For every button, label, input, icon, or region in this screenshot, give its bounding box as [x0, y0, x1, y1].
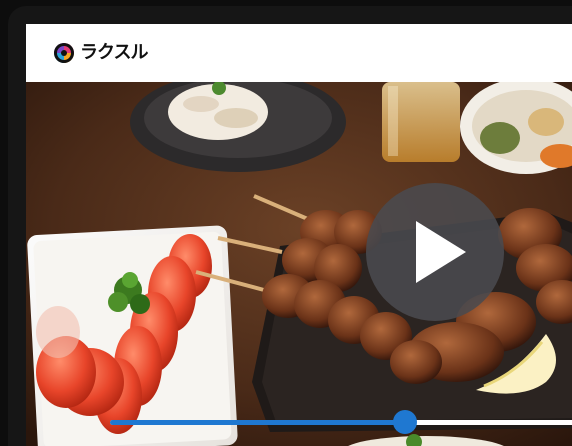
seek-thumb[interactable] [393, 410, 418, 434]
video-player-frame: ラクスル [8, 6, 572, 446]
brand-logo[interactable]: ラクスル [54, 40, 148, 66]
play-icon [416, 221, 466, 283]
header-bar: ラクスル [26, 24, 572, 82]
brand-logo-icon [54, 43, 74, 63]
brand-logo-text: ラクスル [80, 42, 148, 63]
play-button[interactable] [366, 183, 504, 321]
seek-progress-fill [110, 420, 406, 425]
seek-bar[interactable] [110, 410, 572, 434]
video-frame[interactable] [26, 82, 572, 446]
